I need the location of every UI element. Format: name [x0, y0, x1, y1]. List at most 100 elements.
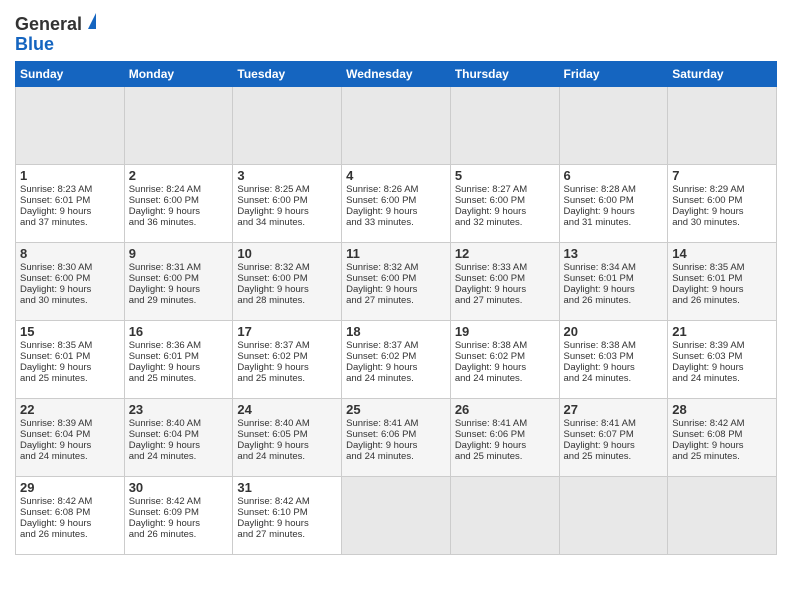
day-info: Sunset: 6:00 PM	[346, 273, 446, 284]
calendar-cell: 13Sunrise: 8:34 AMSunset: 6:01 PMDayligh…	[559, 242, 668, 320]
col-header-tuesday: Tuesday	[233, 61, 342, 86]
day-info: Sunset: 6:01 PM	[20, 195, 120, 206]
day-info: Daylight: 9 hours	[564, 440, 664, 451]
day-number: 11	[346, 246, 446, 261]
calendar-table: SundayMondayTuesdayWednesdayThursdayFrid…	[15, 61, 777, 555]
day-info: Sunrise: 8:33 AM	[455, 262, 555, 273]
day-info: Sunset: 6:00 PM	[237, 195, 337, 206]
calendar-cell: 12Sunrise: 8:33 AMSunset: 6:00 PMDayligh…	[450, 242, 559, 320]
calendar-cell	[233, 86, 342, 164]
calendar-cell: 7Sunrise: 8:29 AMSunset: 6:00 PMDaylight…	[668, 164, 777, 242]
day-info: Daylight: 9 hours	[672, 284, 772, 295]
calendar-cell: 26Sunrise: 8:41 AMSunset: 6:06 PMDayligh…	[450, 398, 559, 476]
day-info: Sunrise: 8:25 AM	[237, 184, 337, 195]
day-number: 5	[455, 168, 555, 183]
day-info: Sunset: 6:00 PM	[564, 195, 664, 206]
calendar-cell: 11Sunrise: 8:32 AMSunset: 6:00 PMDayligh…	[342, 242, 451, 320]
day-info: Sunset: 6:09 PM	[129, 507, 229, 518]
day-number: 13	[564, 246, 664, 261]
day-info: and 24 minutes.	[237, 451, 337, 462]
calendar-cell: 5Sunrise: 8:27 AMSunset: 6:00 PMDaylight…	[450, 164, 559, 242]
day-number: 18	[346, 324, 446, 339]
day-info: and 28 minutes.	[237, 295, 337, 306]
calendar-cell	[668, 86, 777, 164]
week-row-4: 22Sunrise: 8:39 AMSunset: 6:04 PMDayligh…	[16, 398, 777, 476]
calendar-cell: 29Sunrise: 8:42 AMSunset: 6:08 PMDayligh…	[16, 476, 125, 554]
calendar-cell: 10Sunrise: 8:32 AMSunset: 6:00 PMDayligh…	[233, 242, 342, 320]
day-number: 15	[20, 324, 120, 339]
day-info: Daylight: 9 hours	[129, 440, 229, 451]
day-info: Daylight: 9 hours	[20, 440, 120, 451]
day-info: Daylight: 9 hours	[129, 362, 229, 373]
calendar-cell	[559, 86, 668, 164]
day-info: Daylight: 9 hours	[237, 284, 337, 295]
day-info: Sunset: 6:01 PM	[672, 273, 772, 284]
day-info: Daylight: 9 hours	[672, 362, 772, 373]
day-info: Sunrise: 8:41 AM	[564, 418, 664, 429]
calendar-cell: 17Sunrise: 8:37 AMSunset: 6:02 PMDayligh…	[233, 320, 342, 398]
calendar-cell: 6Sunrise: 8:28 AMSunset: 6:00 PMDaylight…	[559, 164, 668, 242]
calendar-cell: 24Sunrise: 8:40 AMSunset: 6:05 PMDayligh…	[233, 398, 342, 476]
day-info: Daylight: 9 hours	[346, 362, 446, 373]
calendar-cell	[450, 86, 559, 164]
day-info: Daylight: 9 hours	[346, 206, 446, 217]
day-info: Daylight: 9 hours	[455, 284, 555, 295]
calendar-cell: 30Sunrise: 8:42 AMSunset: 6:09 PMDayligh…	[124, 476, 233, 554]
calendar-cell: 20Sunrise: 8:38 AMSunset: 6:03 PMDayligh…	[559, 320, 668, 398]
day-info: and 25 minutes.	[455, 451, 555, 462]
day-info: Sunrise: 8:26 AM	[346, 184, 446, 195]
day-number: 6	[564, 168, 664, 183]
day-info: and 25 minutes.	[129, 373, 229, 384]
day-info: Sunrise: 8:38 AM	[564, 340, 664, 351]
day-info: and 31 minutes.	[564, 217, 664, 228]
day-info: Sunrise: 8:42 AM	[672, 418, 772, 429]
calendar-cell: 19Sunrise: 8:38 AMSunset: 6:02 PMDayligh…	[450, 320, 559, 398]
day-info: Sunrise: 8:31 AM	[129, 262, 229, 273]
day-info: Sunset: 6:06 PM	[455, 429, 555, 440]
day-number: 4	[346, 168, 446, 183]
calendar-cell: 27Sunrise: 8:41 AMSunset: 6:07 PMDayligh…	[559, 398, 668, 476]
day-number: 19	[455, 324, 555, 339]
col-header-monday: Monday	[124, 61, 233, 86]
day-info: Daylight: 9 hours	[564, 362, 664, 373]
day-info: Daylight: 9 hours	[129, 518, 229, 529]
day-info: Sunset: 6:04 PM	[129, 429, 229, 440]
day-info: Daylight: 9 hours	[455, 362, 555, 373]
calendar-cell: 28Sunrise: 8:42 AMSunset: 6:08 PMDayligh…	[668, 398, 777, 476]
day-number: 12	[455, 246, 555, 261]
day-info: Sunset: 6:07 PM	[564, 429, 664, 440]
calendar-cell	[342, 86, 451, 164]
day-info: Sunrise: 8:23 AM	[20, 184, 120, 195]
day-info: Daylight: 9 hours	[129, 206, 229, 217]
day-info: Sunset: 6:02 PM	[455, 351, 555, 362]
day-info: Sunset: 6:01 PM	[564, 273, 664, 284]
day-info: and 25 minutes.	[237, 373, 337, 384]
calendar-cell: 31Sunrise: 8:42 AMSunset: 6:10 PMDayligh…	[233, 476, 342, 554]
day-info: and 25 minutes.	[20, 373, 120, 384]
day-info: and 26 minutes.	[129, 529, 229, 540]
day-info: Sunset: 6:10 PM	[237, 507, 337, 518]
day-info: Daylight: 9 hours	[564, 284, 664, 295]
calendar-cell	[342, 476, 451, 554]
day-number: 27	[564, 402, 664, 417]
day-info: Sunrise: 8:29 AM	[672, 184, 772, 195]
day-info: Daylight: 9 hours	[237, 518, 337, 529]
day-info: and 26 minutes.	[20, 529, 120, 540]
day-info: Sunrise: 8:42 AM	[237, 496, 337, 507]
day-number: 29	[20, 480, 120, 495]
day-info: Sunrise: 8:35 AM	[672, 262, 772, 273]
day-info: and 24 minutes.	[129, 451, 229, 462]
header-row: SundayMondayTuesdayWednesdayThursdayFrid…	[16, 61, 777, 86]
day-info: Daylight: 9 hours	[20, 518, 120, 529]
day-info: Daylight: 9 hours	[20, 206, 120, 217]
day-info: Sunrise: 8:41 AM	[455, 418, 555, 429]
calendar-cell	[450, 476, 559, 554]
calendar-cell: 2Sunrise: 8:24 AMSunset: 6:00 PMDaylight…	[124, 164, 233, 242]
day-number: 23	[129, 402, 229, 417]
day-info: and 25 minutes.	[672, 451, 772, 462]
day-number: 10	[237, 246, 337, 261]
day-info: and 27 minutes.	[455, 295, 555, 306]
day-info: Sunrise: 8:37 AM	[237, 340, 337, 351]
day-info: and 24 minutes.	[20, 451, 120, 462]
day-info: Sunrise: 8:32 AM	[237, 262, 337, 273]
